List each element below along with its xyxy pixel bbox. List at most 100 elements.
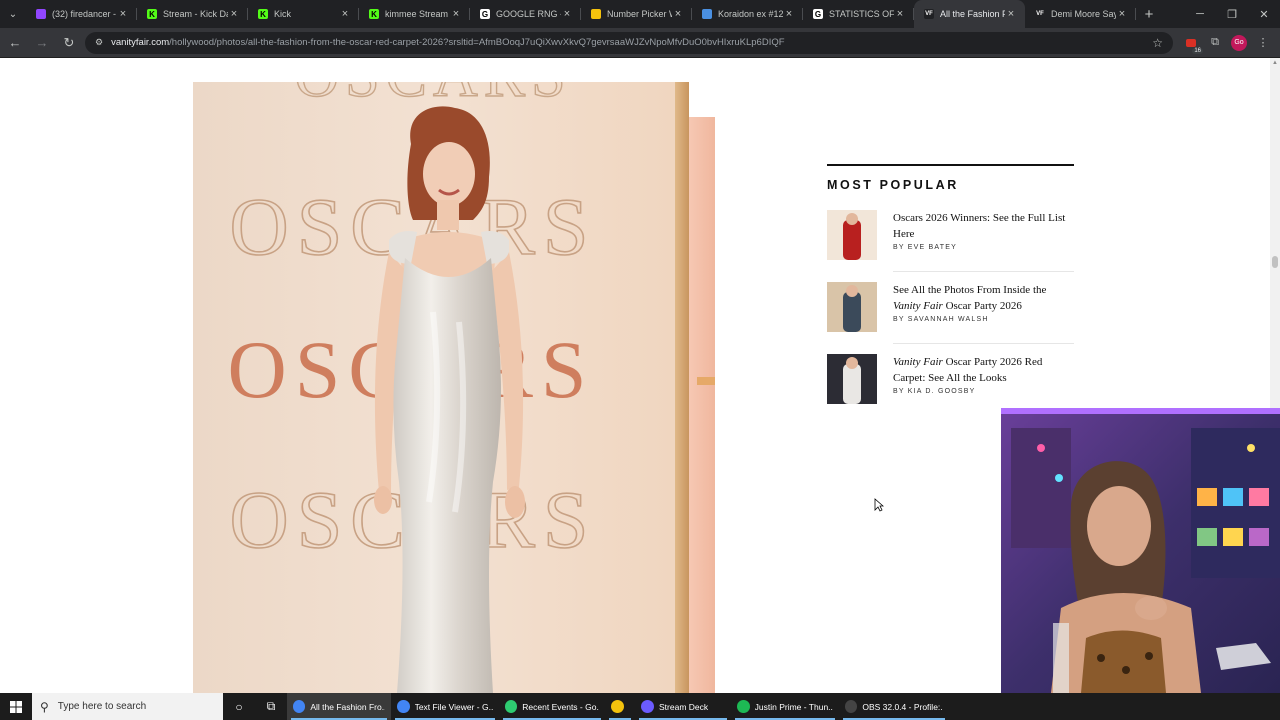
article-divider [893, 271, 1074, 272]
url-path: /hollywood/photos/all-the-fashion-from-t… [169, 37, 785, 48]
tab-close-icon[interactable]: × [339, 8, 351, 20]
browser-tab[interactable]: K Stream - Kick Das× [137, 0, 248, 28]
taskbar-app[interactable] [605, 693, 635, 720]
tab-list: (32) firedancer - T×KStream - Kick Das×K… [26, 0, 1136, 28]
tab-close-icon[interactable]: × [228, 8, 240, 20]
taskbar-app[interactable]: Stream Deck [635, 693, 731, 720]
backdrop-text-top: OSCARS [294, 82, 571, 110]
tab-title: Demi Moore Says [1051, 9, 1116, 19]
tab-close-icon[interactable]: × [1116, 8, 1128, 20]
taskbar-app-label: Stream Deck [659, 701, 709, 712]
tab-close-icon[interactable]: × [450, 8, 462, 20]
extensions-puzzle-icon[interactable]: ⧉ [1207, 35, 1223, 51]
tab-title: All the Fashion Fr [940, 9, 1005, 19]
article-headline[interactable]: Vanity Fair Oscar Party 2026 Red Carpet:… [893, 354, 1074, 386]
back-icon[interactable]: ← [3, 31, 27, 55]
article-byline[interactable]: BY KIA D. GOOSBY [893, 388, 1074, 395]
headline-text: Oscars 2026 Winners: See the Full List H… [893, 212, 1066, 240]
bookmark-star-icon[interactable]: ☆ [1152, 36, 1163, 50]
windows-start-icon[interactable] [0, 693, 32, 720]
tab-favicon-icon [36, 9, 46, 19]
browser-menu-icon[interactable]: ⋮ [1255, 35, 1271, 51]
tab-title: Stream - Kick Das [163, 9, 228, 19]
app-icon [845, 700, 858, 713]
taskbar-search-placeholder: Type here to search [57, 701, 147, 712]
taskbar-app[interactable]: Text File Viewer - G... [391, 693, 499, 720]
scroll-up-icon[interactable]: ▲ [1270, 60, 1280, 66]
most-popular-section: MOST POPULAR Oscars 2026 Winners: See th… [827, 164, 1074, 426]
red-carpet-photo[interactable]: OSCARS OSCARS OSCARS OSCARS [193, 82, 715, 693]
close-window-icon[interactable]: ✕ [1248, 0, 1280, 28]
reload-icon[interactable]: ↻ [57, 31, 81, 55]
tab-favicon-icon [702, 9, 712, 19]
tab-close-icon[interactable]: × [1005, 8, 1017, 20]
browser-tab[interactable]: Kkimmee Stream - × [359, 0, 470, 28]
headline-italic-text: Vanity Fair [893, 300, 943, 312]
browser-tab[interactable]: VF Demi Moore Says × [1025, 0, 1136, 28]
browser-toolbar: ← → ↻ ⚙ vanityfair.com /hollywood/photos… [0, 28, 1280, 58]
tab-title: (32) firedancer - T [52, 9, 117, 19]
minimize-icon[interactable]: ─ [1184, 0, 1216, 28]
tab-title: kimmee Stream - [385, 9, 450, 19]
forward-icon[interactable]: → [30, 31, 54, 55]
headline-rest-text: Oscar Party 2026 [942, 300, 1022, 312]
tab-title: Koraidon ex #121 [718, 9, 783, 19]
app-icon [641, 700, 654, 713]
article-thumbnail[interactable] [827, 282, 877, 332]
app-icon [737, 700, 750, 713]
tab-favicon-icon: VF [924, 9, 934, 19]
mouse-cursor-icon [874, 498, 885, 517]
taskbar-app-label: Recent Events - Go... [522, 701, 599, 712]
tab-close-icon[interactable]: × [894, 8, 906, 20]
restore-icon[interactable]: ❐ [1216, 0, 1248, 28]
taskbar-search[interactable]: ⚲ Type here to search [32, 693, 223, 720]
popular-article[interactable]: See All the Photos From Inside the Vanit… [827, 282, 1074, 354]
browser-tab-strip: ⌄ (32) firedancer - T×KStream - Kick Das… [0, 0, 1280, 28]
article-headline[interactable]: Oscars 2026 Winners: See the Full List H… [893, 210, 1074, 242]
browser-tab[interactable]: K Kick × [248, 0, 359, 28]
search-icon: ⚲ [40, 699, 49, 714]
tab-title: GOOGLE RNG - G [496, 9, 561, 19]
browser-tab[interactable]: Koraidon ex #121 × [692, 0, 803, 28]
taskbar-app[interactable]: Recent Events - Go... [499, 693, 605, 720]
article-byline[interactable]: BY SAVANNAH WALSH [893, 316, 1074, 323]
tab-search-icon[interactable]: ⌄ [0, 0, 26, 28]
address-bar[interactable]: ⚙ vanityfair.com /hollywood/photos/all-t… [85, 31, 1173, 54]
browser-tab[interactable]: Number Picker W × [581, 0, 692, 28]
tab-favicon-icon: K [369, 9, 379, 19]
taskbar-app-label: Text File Viewer - G... [414, 701, 493, 712]
browser-tab[interactable]: G GOOGLE RNG - G× [470, 0, 581, 28]
article-headline[interactable]: See All the Photos From Inside the Vanit… [893, 282, 1074, 314]
article-thumbnail[interactable] [827, 354, 877, 404]
tab-favicon-icon: G [480, 9, 490, 19]
tab-close-icon[interactable]: × [672, 8, 684, 20]
app-icon [397, 700, 410, 713]
tab-close-icon[interactable]: × [117, 8, 129, 20]
popular-article[interactable]: Oscars 2026 Winners: See the Full List H… [827, 210, 1074, 282]
window-controls: ─ ❐ ✕ [1184, 0, 1280, 28]
tab-close-icon[interactable]: × [783, 8, 795, 20]
site-info-icon[interactable]: ⚙ [95, 37, 103, 48]
browser-tab[interactable]: (32) firedancer - T × [26, 0, 137, 28]
taskbar-app[interactable]: All the Fashion Fro... [287, 693, 391, 720]
browser-tab[interactable]: G STATISTICS OF PU× [803, 0, 914, 28]
tab-favicon-icon [591, 9, 601, 19]
new-tab-button[interactable]: + [1136, 6, 1162, 23]
taskbar-app[interactable]: OBS 32.0.4 - Profile:... [839, 693, 949, 720]
url-domain: vanityfair.com [111, 37, 170, 48]
headline-text: See All the Photos From Inside the [893, 284, 1047, 296]
cortana-icon[interactable]: ○ [223, 693, 255, 720]
extension-icon[interactable]: 16 [1183, 35, 1203, 54]
scrollbar-thumb[interactable] [1272, 256, 1278, 268]
profile-avatar[interactable]: Go [1231, 34, 1247, 51]
taskbar-app[interactable]: Justin Prime - Thun... [731, 693, 839, 720]
article-thumbnail[interactable] [827, 210, 877, 260]
tab-favicon-icon: G [813, 9, 823, 19]
browser-tab[interactable]: VF All the Fashion Fr × [914, 0, 1025, 28]
tab-title: Number Picker W [607, 9, 672, 19]
app-icon [505, 700, 518, 713]
tab-close-icon[interactable]: × [561, 8, 573, 20]
tab-favicon-icon: VF [1035, 9, 1045, 19]
article-byline[interactable]: BY EVE BATEY [893, 244, 1074, 251]
task-view-icon[interactable]: ⧉ [255, 693, 287, 720]
